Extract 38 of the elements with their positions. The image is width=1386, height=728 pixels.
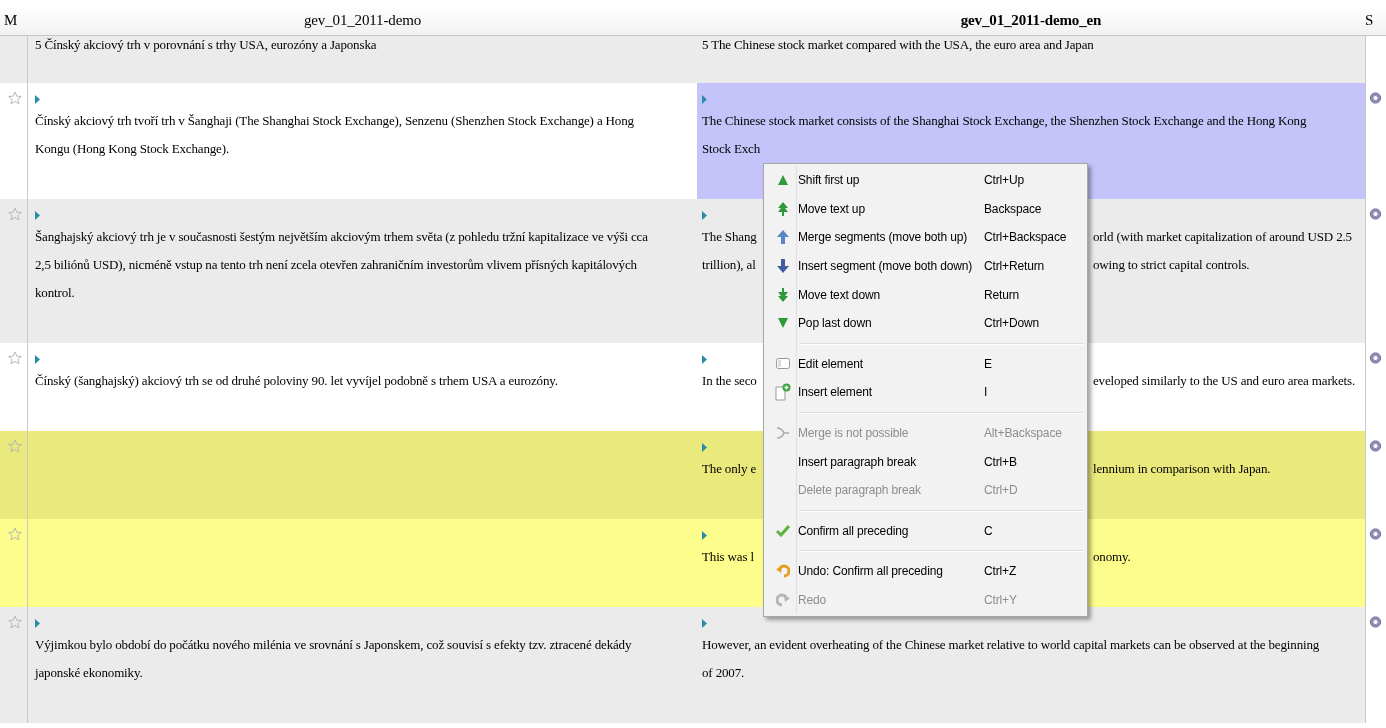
- target-text-line: Stock Exch: [702, 140, 762, 158]
- target-text-fragment: orld (with market capitalization of around USD 2.5: [1093, 228, 1353, 246]
- target-text-line: However, an evident overheating of the Chinese market relative to world capital markets can be observed at the beginning: [702, 636, 1321, 654]
- source-text-line: japonské ekonomiky.: [35, 664, 144, 682]
- source-text-line: kontrol.: [35, 284, 76, 302]
- shortcut-label: Ctrl+Return: [984, 259, 1045, 274]
- shortcut-label: Alt+Backspace: [984, 426, 1062, 441]
- shortcut-label: Ctrl+B: [984, 454, 1017, 469]
- shortcut-label: Backspace: [984, 201, 1042, 216]
- shortcut-label: E: [984, 356, 992, 371]
- target-text-fragment: lennium in comparison with Japan.: [1093, 460, 1272, 478]
- target-text-fragment: onomy.: [1093, 548, 1132, 566]
- shortcut-label: C: [984, 523, 993, 538]
- source-text-line: Kongu (Hong Kong Stock Exchange).: [35, 140, 230, 158]
- target-text-fragment: eveloped similarly to the US and euro area markets.: [1093, 372, 1356, 390]
- source-text-line: Čínský (šanghajský) akciový trh se od druhé poloviny 90. let vyvíjel podobně s trhem USA a eurozóny.: [35, 372, 559, 390]
- shortcut-label: Return: [984, 287, 1020, 302]
- target-text-fragment: trillion), al: [702, 256, 757, 274]
- target-text-line: 5 The Chinese stock market compared with the USA, the euro area and Japan: [702, 36, 1095, 53]
- target-text-fragment: owing to strict capital controls.: [1093, 256, 1251, 274]
- shortcut-label: Ctrl+Backspace: [984, 230, 1067, 245]
- source-text-line: Čínský akciový trh tvoří trh v Šanghaji (The Shanghai Stock Exchange), Senzenu (Shenzhen Stock Exchange) a Hong: [35, 112, 635, 130]
- source-text-line: 5 Čínský akciový trh v porovnání s trhy USA, eurozóny a Japonska: [35, 36, 378, 53]
- target-text-line: The Chinese stock market consists of the Shanghai Stock Exchange, the Shenzhen Stock Exchange and the Hong Kong: [702, 112, 1308, 130]
- shortcut-label: Ctrl+Down: [984, 316, 1039, 331]
- source-text-line: Výjimkou bylo období do počátku nového milénia ve srovnání s Japonskem, což souvisí s efekty tzv. ztracené dekády: [35, 636, 633, 654]
- shortcut-label: Ctrl+D: [984, 483, 1018, 498]
- source-text-line: Šanghajský akciový trh je v současnosti šestým největším akciovým trhem světa (z pohledu tržní kapitalizace ve výši cca: [35, 228, 649, 246]
- shortcut-label: Ctrl+Y: [984, 593, 1017, 607]
- target-text-fragment: The Shang: [702, 228, 758, 246]
- shortcut-label: Ctrl+Z: [984, 564, 1017, 579]
- shortcut-label: Ctrl+Up: [984, 173, 1024, 188]
- target-text-fragment: This was l: [702, 548, 755, 566]
- shortcut-label: I: [984, 385, 988, 400]
- target-text-line: of 2007.: [702, 664, 746, 682]
- target-text-fragment: The only e: [702, 460, 758, 478]
- target-text-fragment: In the seco: [702, 372, 758, 390]
- source-text-line: 2,5 biliónů USD), nicméně vstup na tento trh není zcela otevřen zahraničním investorům vlivem přísných kapitálových: [35, 256, 638, 274]
